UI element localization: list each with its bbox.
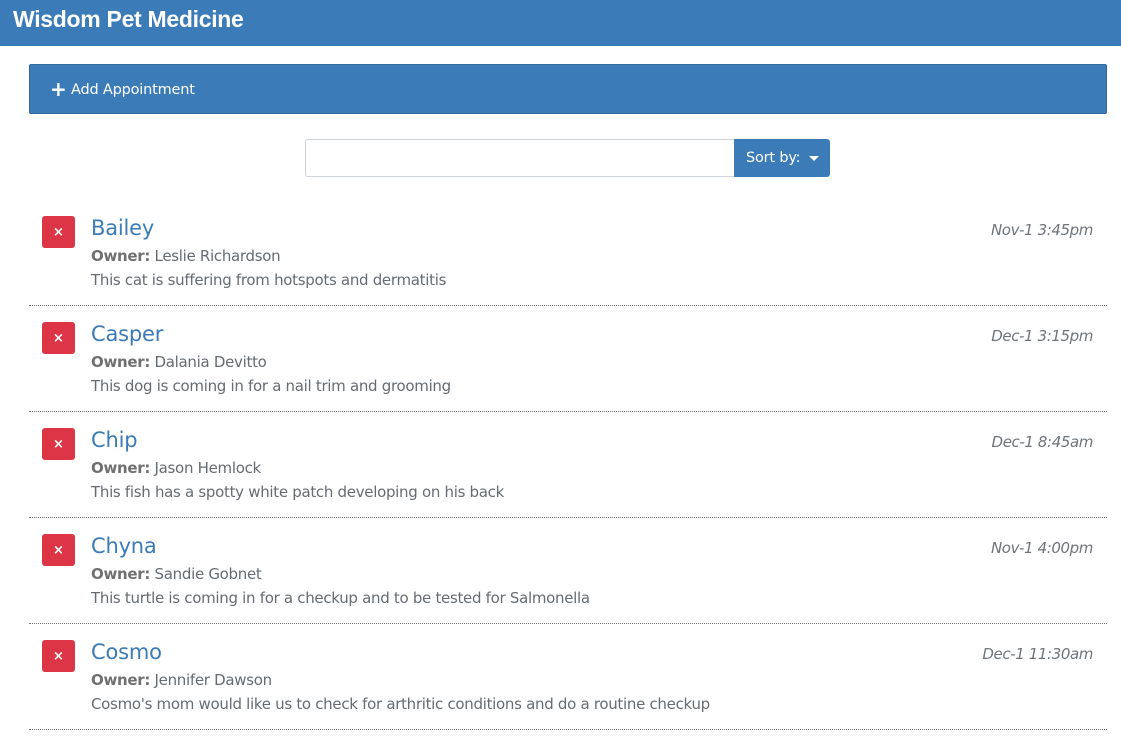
appointment-list: × Bailey Nov-1 3:45pm Owner: Leslie Rich…	[29, 200, 1107, 730]
owner-name[interactable]: Leslie Richardson	[155, 247, 281, 265]
sort-dropdown-button[interactable]: Sort by:	[734, 139, 830, 177]
owner-line: Owner: Jason Hemlock	[91, 458, 261, 478]
appointment-item: × Casper Dec-1 3:15pm Owner: Dalania Dev…	[29, 306, 1107, 412]
owner-line: Owner: Sandie Gobnet	[91, 564, 262, 584]
owner-label: Owner:	[91, 459, 151, 477]
pet-name[interactable]: Bailey	[91, 214, 154, 242]
sort-label: Sort by:	[746, 150, 801, 166]
owner-line: Owner: Jennifer Dawson	[91, 670, 272, 690]
owner-line: Owner: Leslie Richardson	[91, 246, 281, 266]
close-icon: ×	[53, 649, 64, 664]
appointment-notes[interactable]: This cat is suffering from hotspots and …	[91, 270, 446, 290]
close-icon: ×	[53, 437, 64, 452]
add-appointment-label: Add Appointment	[71, 82, 195, 98]
plus-icon: +	[50, 77, 67, 101]
search-input[interactable]	[305, 139, 735, 177]
delete-button[interactable]: ×	[42, 428, 75, 460]
owner-line: Owner: Dalania Devitto	[91, 352, 267, 372]
appointment-item: × Chip Dec-1 8:45am Owner: Jason Hemlock…	[29, 412, 1107, 518]
owner-label: Owner:	[91, 671, 151, 689]
owner-label: Owner:	[91, 247, 151, 265]
delete-button[interactable]: ×	[42, 640, 75, 672]
caret-down-icon	[809, 156, 819, 161]
owner-name[interactable]: Jason Hemlock	[155, 459, 262, 477]
appointment-date: Nov-1 4:00pm	[990, 539, 1093, 557]
appointment-notes[interactable]: Cosmo's mom would like us to check for a…	[91, 694, 710, 714]
close-icon: ×	[53, 225, 64, 240]
appointment-date: Nov-1 3:45pm	[990, 221, 1093, 239]
pet-name[interactable]: Chip	[91, 426, 138, 454]
close-icon: ×	[53, 543, 64, 558]
owner-label: Owner:	[91, 565, 151, 583]
appointment-item: × Chyna Nov-1 4:00pm Owner: Sandie Gobne…	[29, 518, 1107, 624]
appointment-date: Dec-1 11:30am	[982, 645, 1093, 663]
owner-name[interactable]: Sandie Gobnet	[155, 565, 262, 583]
appointment-date: Dec-1 3:15pm	[991, 327, 1093, 345]
appointment-notes[interactable]: This turtle is coming in for a checkup a…	[91, 588, 590, 608]
delete-button[interactable]: ×	[42, 322, 75, 354]
navbar: Wisdom Pet Medicine	[0, 0, 1121, 46]
close-icon: ×	[53, 331, 64, 346]
pet-name[interactable]: Chyna	[91, 532, 157, 560]
owner-name[interactable]: Dalania Devitto	[155, 353, 267, 371]
pet-name[interactable]: Casper	[91, 320, 163, 348]
brand-title[interactable]: Wisdom Pet Medicine	[13, 5, 244, 33]
add-appointment-button[interactable]: + Add Appointment	[29, 64, 1107, 114]
appointment-item: × Cosmo Dec-1 11:30am Owner: Jennifer Da…	[29, 624, 1107, 730]
owner-label: Owner:	[91, 353, 151, 371]
pet-name[interactable]: Cosmo	[91, 638, 162, 666]
appointment-item: × Bailey Nov-1 3:45pm Owner: Leslie Rich…	[29, 200, 1107, 306]
delete-button[interactable]: ×	[42, 216, 75, 248]
appointment-notes[interactable]: This dog is coming in for a nail trim an…	[91, 376, 451, 396]
appointment-notes[interactable]: This fish has a spotty white patch devel…	[91, 482, 504, 502]
appointment-date: Dec-1 8:45am	[991, 433, 1094, 451]
owner-name[interactable]: Jennifer Dawson	[155, 671, 273, 689]
delete-button[interactable]: ×	[42, 534, 75, 566]
